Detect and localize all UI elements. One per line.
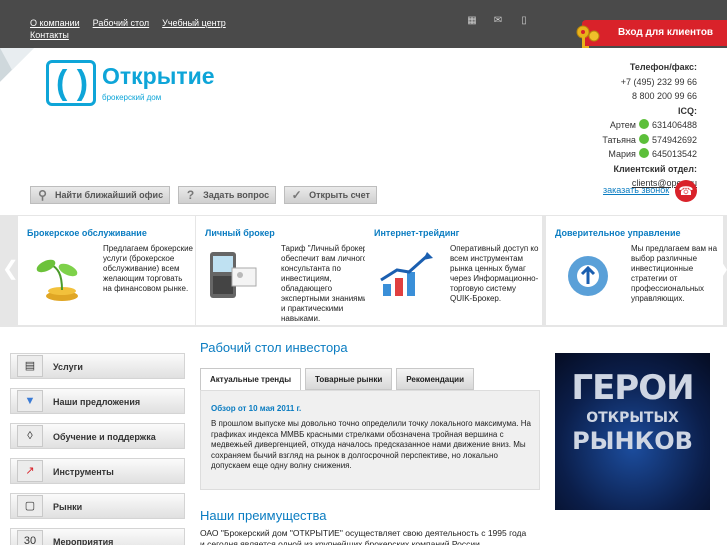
calendar-icon: 30 <box>17 530 43 545</box>
menu-label: Обучение и поддержка <box>53 432 156 442</box>
ask-question-label: Задать вопрос <box>203 190 270 200</box>
ask-question-button[interactable]: ? Задать вопрос <box>178 186 277 204</box>
brand-subtitle: брокерский дом <box>102 93 162 102</box>
service-title[interactable]: Доверительное управление <box>555 228 681 238</box>
menu-item-training[interactable]: ◊ Обучение и поддержка <box>10 423 185 449</box>
banner-line-3: РЫНКОВ <box>572 427 693 455</box>
icq-name: Артем <box>609 120 636 130</box>
find-office-button[interactable]: ⚲ Найти ближайший офис <box>30 186 171 204</box>
menu-item-tools[interactable]: ↗ Инструменты <box>10 458 185 484</box>
nav-desktop[interactable]: Рабочий стол <box>93 17 150 29</box>
nav-about[interactable]: О компании <box>30 17 80 29</box>
plant-coins-icon <box>36 259 78 301</box>
page-fold-corner <box>0 48 34 82</box>
banner-line-2: ОТКРЫТЫХ <box>586 410 679 426</box>
icq-row: Мария 645013542 <box>602 147 697 162</box>
quick-actions: ⚲ Найти ближайший офис ? Задать вопрос ✓ От… <box>30 186 377 204</box>
advantages-title: Наши преимущества <box>200 508 327 523</box>
advantages-text: ОАО "Брокерский дом "ОТКРЫТИЕ" осуществл… <box>200 528 527 545</box>
tab-trends[interactable]: Актуальные тренды <box>200 368 302 390</box>
open-account-button[interactable]: ✓ Открыть счет <box>284 186 377 204</box>
nav-training[interactable]: Учебный центр <box>162 17 226 29</box>
tab-panel: Обзор от 10 мая 2011 г. В прошлом выпуск… <box>200 390 540 490</box>
open-account-label: Открыть счет <box>309 190 370 200</box>
find-office-label: Найти ближайший офис <box>55 190 164 200</box>
icq-row: Татьяна 574942692 <box>602 133 697 148</box>
menu-label: Наши предложения <box>53 397 141 407</box>
tab-commodities[interactable]: Товарные рынки <box>305 368 393 390</box>
contacts-block: Телефон/факс: +7 (495) 232 99 66 8 800 2… <box>602 60 697 191</box>
briefcase-icon: ▤ <box>17 355 43 377</box>
menu-item-services[interactable]: ▤ Услуги <box>10 353 185 379</box>
service-title[interactable]: Интернет-трейдинг <box>374 228 459 238</box>
menu-label: Рынки <box>53 502 83 512</box>
phone-2: 8 800 200 99 66 <box>631 91 697 101</box>
menu-label: Мероприятия <box>53 537 114 545</box>
icq-number[interactable]: 631406488 <box>652 120 697 130</box>
icq-number[interactable]: 645013542 <box>652 149 697 159</box>
growth-chart-icon <box>380 252 433 296</box>
tabs: Актуальные тренды Товарные рынки Рекомен… <box>200 368 475 390</box>
lamp-icon: ◊ <box>17 425 43 447</box>
tab-recommendations[interactable]: Рекомендации <box>396 368 475 390</box>
phone-1: +7 (495) 232 99 66 <box>620 76 697 87</box>
pda-icon <box>210 252 257 298</box>
service-description: Мы предлагаем вам на выбор различные инв… <box>631 244 718 303</box>
left-menu: ▤ Услуги ▼ Наши предложения ◊ Обучение и по… <box>10 353 185 545</box>
heroes-banner[interactable]: ГЕРОИ ОТКРЫТЫХ РЫНКОВ <box>555 353 710 510</box>
mobile-icon[interactable]: ▯ <box>517 15 531 26</box>
service-card-personal-broker[interactable]: Личный брокер Тариф "Личный брокер" обес… <box>196 216 373 325</box>
checkmark-icon: ✓ <box>291 188 302 202</box>
banner-text: ГЕРОИ ОТКРЫТЫХ РЫНКОВ <box>567 371 698 453</box>
service-description: Тариф "Личный брокер" обеспечит вам личн… <box>281 244 371 323</box>
sitemap-icon[interactable]: ▦ <box>465 15 479 26</box>
tie-icon: ▼ <box>17 390 43 412</box>
icq-name: Мария <box>608 149 636 159</box>
phone-icon[interactable]: ☎ <box>675 180 697 202</box>
mail-icon[interactable]: ✉ <box>491 15 505 26</box>
logo-mark: ( ) <box>56 64 89 102</box>
chart-icon: ↗ <box>17 460 43 482</box>
top-navigation: О компании Рабочий стол Учебный центр Конт… <box>30 17 239 41</box>
client-login-button[interactable]: Вход для клиентов <box>582 20 727 46</box>
icq-flower-icon <box>638 133 649 144</box>
service-card-internet-trading[interactable]: Интернет-трейдинг Оперативный доступ ко … <box>365 216 542 325</box>
icq-row: Артем 631406488 <box>602 118 697 133</box>
chevron-left-icon[interactable]: ❮ <box>2 258 19 280</box>
monitor-icon: ▢ <box>17 495 43 517</box>
callback-link[interactable]: заказать звонок <box>603 185 669 195</box>
menu-label: Услуги <box>53 362 83 372</box>
menu-item-markets[interactable]: ▢ Рынки <box>10 493 185 519</box>
globe-arrows-icon <box>568 256 608 296</box>
icq-name: Татьяна <box>602 134 636 145</box>
review-text: В прошлом выпуске мы довольно точно опре… <box>211 419 531 470</box>
service-title[interactable]: Личный брокер <box>205 228 275 238</box>
icq-flower-icon <box>638 119 649 129</box>
magnifier-icon: ⚲ <box>38 188 47 202</box>
page-title: Рабочий стол инвестора <box>200 340 348 355</box>
service-card-brokerage[interactable]: Брокерское обслуживание Предлагаем броке… <box>18 216 195 325</box>
icq-label: ICQ: <box>678 105 697 116</box>
question-icon: ? <box>186 188 195 202</box>
service-card-trust-management[interactable]: Доверительное управление Мы предлагаем в… <box>546 216 723 325</box>
icq-flower-icon <box>638 148 649 158</box>
brand-title[interactable]: Открытие <box>102 63 215 90</box>
menu-item-offers[interactable]: ▼ Наши предложения <box>10 388 185 414</box>
service-title[interactable]: Брокерское обслуживание <box>27 228 147 238</box>
icq-number[interactable]: 574942692 <box>652 135 697 145</box>
phone-label: Телефон/факс: <box>629 62 697 72</box>
menu-item-events[interactable]: 30 Мероприятия <box>10 528 185 545</box>
client-dept-label: Клиентский отдел: <box>613 163 697 174</box>
banner-line-1: ГЕРОИ <box>571 368 694 408</box>
top-icons: ▦ ✉ ▯ <box>465 15 531 26</box>
nav-contacts[interactable]: Контакты <box>30 29 69 41</box>
service-description: Оперативный доступ ко всем инструментам … <box>450 244 539 303</box>
service-description: Предлагаем брокерские услуги (брокерское… <box>103 244 194 293</box>
review-date[interactable]: Обзор от 10 мая 2011 г. <box>211 404 301 413</box>
menu-label: Инструменты <box>53 467 114 477</box>
